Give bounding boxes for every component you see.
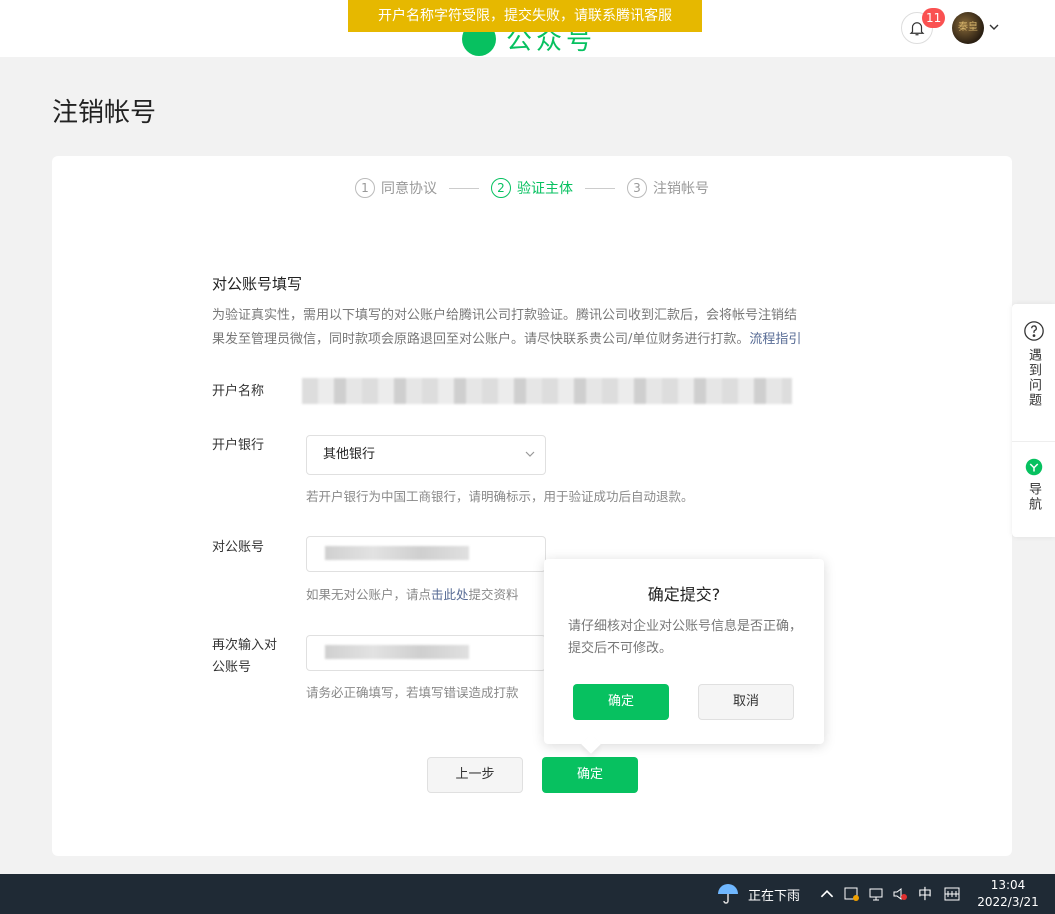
confirm-button[interactable]: 确定 — [542, 757, 638, 793]
question-icon — [1023, 321, 1044, 341]
reenter-account-input[interactable] — [306, 635, 546, 671]
bank-label: 开户银行 — [212, 438, 265, 453]
nav-icon — [1025, 458, 1042, 476]
step-3: 3 注销帐号 — [627, 178, 709, 198]
process-guide-link[interactable]: 流程指引 — [749, 332, 801, 347]
app-tray-icon[interactable] — [844, 886, 860, 902]
step-1: 1 同意协议 — [355, 178, 437, 198]
step-2: 2 验证主体 — [491, 178, 573, 198]
popover-title: 确定提交? — [647, 585, 721, 604]
prev-step-button[interactable]: 上一步 — [427, 757, 523, 793]
windows-taskbar: 正在下雨 中 13:04 2022/3/21 — [0, 874, 1055, 914]
avatar[interactable]: 秦皇 — [952, 12, 984, 44]
top-bar: 公众号 开户名称字符受限，提交失败，请联系腾讯客服 11 秦皇 — [0, 0, 1055, 57]
section-description: 为验证真实性，需用以下填写的对公账户给腾讯公司打款验证。腾讯公司收到汇款后，会将… — [212, 304, 862, 352]
help-button[interactable]: 遇到问题 — [1012, 320, 1055, 408]
reenter-account-label: 再次输入对 公账号 — [212, 635, 277, 679]
weather-text: 正在下雨 — [748, 888, 801, 904]
step-label: 注销帐号 — [653, 181, 709, 197]
desc-line-1: 为验证真实性，需用以下填写的对公账户给腾讯公司打款验证。腾讯公司收到汇款后，会将… — [212, 308, 798, 323]
desc-line-2: 果发至管理员微信，同时款项会原路退回至对公账户。请尽快联系贵公司/单位财务进行打… — [212, 332, 750, 347]
clock-date: 2022/3/21 — [977, 895, 1039, 909]
umbrella-icon — [718, 884, 738, 904]
popover-description: 请仔细核对企业对公账号信息是否正确，提交后不可修改。 — [568, 619, 803, 656]
page-title: 注销帐号 — [52, 98, 157, 128]
account-name-label: 开户名称 — [212, 384, 265, 399]
nav-label: 导航 — [1026, 482, 1041, 512]
error-banner: 开户名称字符受限，提交失败，请联系腾讯客服 — [348, 0, 702, 32]
account-hint: 如果无对公账户，请点击此处提交资料 — [306, 584, 519, 603]
step-label: 验证主体 — [517, 181, 573, 197]
chevron-down-icon[interactable] — [989, 22, 999, 32]
step-number: 2 — [491, 178, 511, 198]
step-connector — [585, 187, 615, 189]
stepper: 1 同意协议 2 验证主体 3 注销帐号 — [52, 178, 1012, 198]
account-hint-prefix: 如果无对公账户，请点 — [306, 587, 432, 602]
weather-widget[interactable]: 正在下雨 — [716, 874, 800, 914]
reenter-label-line-2: 公账号 — [212, 660, 252, 675]
help-label: 遇到问题 — [1026, 348, 1041, 408]
reenter-account-redacted — [325, 645, 469, 659]
step-connector — [449, 187, 479, 189]
submit-materials-link[interactable]: 击此处 — [431, 587, 469, 602]
bank-hint: 若开户银行为中国工商银行，请明确标示，用于验证成功后自动退款。 — [306, 489, 694, 504]
reenter-hint: 请务必正确填写，若填写错误造成打款 — [306, 685, 519, 700]
step-number: 3 — [627, 178, 647, 198]
account-number-redacted — [325, 546, 469, 560]
account-number-input[interactable] — [306, 536, 546, 572]
system-tray: 中 — [820, 874, 960, 914]
reenter-label-line-1: 再次输入对 — [212, 638, 278, 653]
network-icon[interactable] — [868, 886, 884, 902]
section-title: 对公账号填写 — [212, 275, 303, 293]
notification-badge: 11 — [922, 8, 946, 28]
popover-cancel-button[interactable]: 取消 — [698, 684, 794, 720]
clock-time: 13:04 — [990, 878, 1026, 892]
keyboard-layout-icon[interactable] — [944, 886, 960, 902]
chevron-up-icon[interactable] — [820, 887, 834, 901]
right-float-panel: 遇到问题 导航 — [1012, 304, 1055, 537]
bank-select[interactable]: 其他银行 — [306, 435, 546, 475]
chevron-down-icon — [525, 451, 535, 457]
confirm-popover: 确定提交? 请仔细核对企业对公账号信息是否正确，提交后不可修改。 确定 取消 — [544, 559, 824, 754]
divider — [1012, 441, 1055, 442]
popover-ok-button[interactable]: 确定 — [573, 684, 669, 720]
ime-indicator[interactable]: 中 — [918, 884, 932, 904]
main-card: 1 同意协议 2 验证主体 3 注销帐号 对公账号填写 为验证真实性，需用以下填… — [52, 156, 1012, 856]
step-label: 同意协议 — [381, 181, 437, 197]
account-number-label: 对公账号 — [212, 540, 265, 555]
bank-select-value: 其他银行 — [323, 447, 376, 462]
step-number: 1 — [355, 178, 375, 198]
account-hint-suffix: 提交资料 — [468, 587, 519, 602]
volume-muted-icon[interactable] — [892, 886, 908, 902]
clock[interactable]: 13:04 2022/3/21 — [968, 877, 1048, 911]
nav-button[interactable]: 导航 — [1012, 458, 1055, 512]
account-name-value-redacted — [302, 378, 792, 404]
